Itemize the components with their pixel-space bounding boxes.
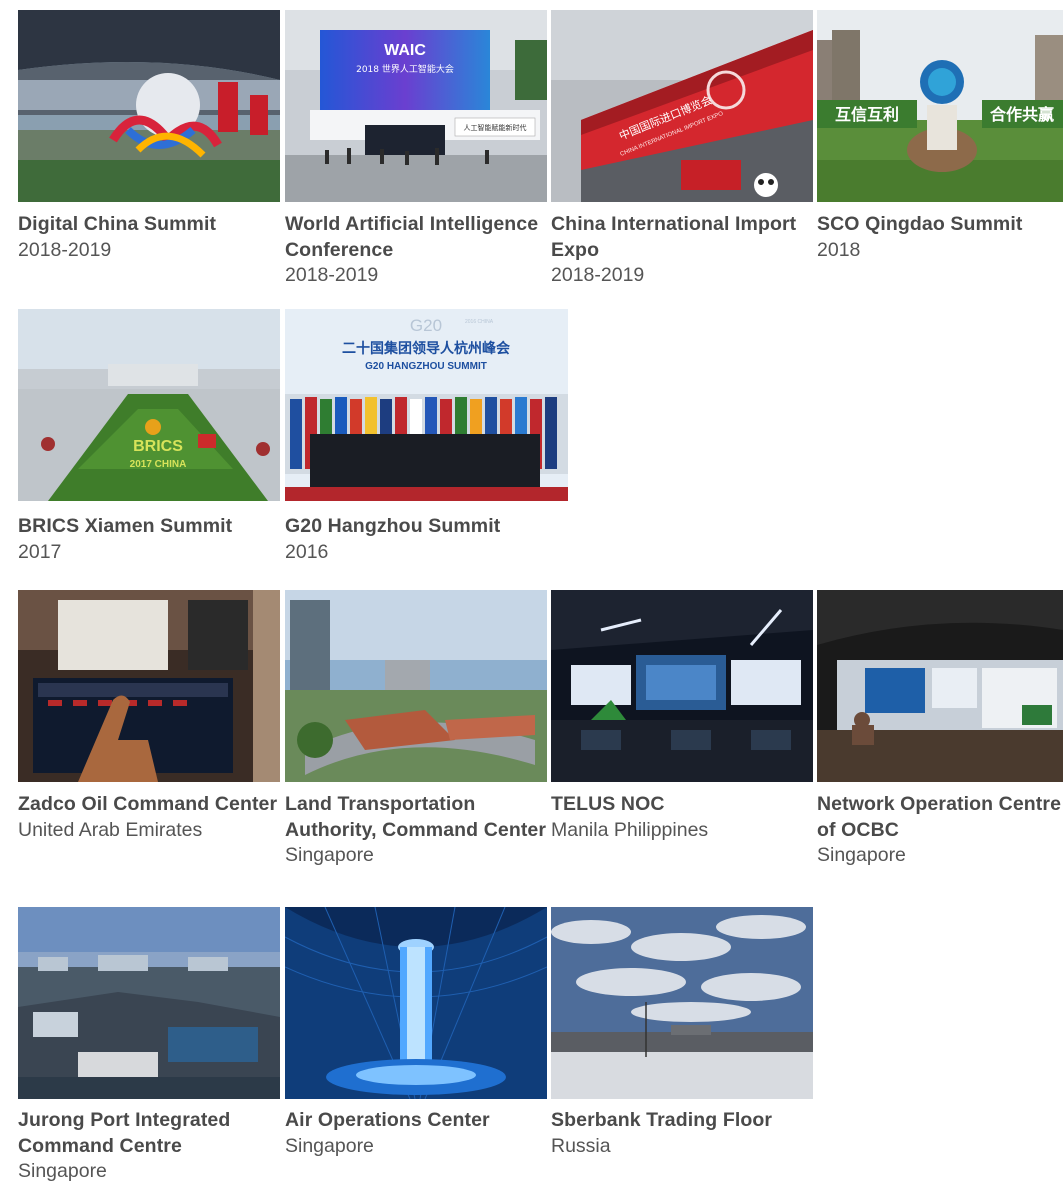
- brics-sign-name: BRICS: [133, 438, 183, 455]
- card-title: Zadco Oil Command Center: [18, 793, 278, 815]
- card-subtitle: Manila Philippines: [551, 818, 709, 841]
- photo-ocbc: [817, 590, 1063, 782]
- caption-ocbc: Network Operation Centre of OCBC Singapo…: [817, 792, 1063, 869]
- card-subtitle: Singapore: [817, 844, 906, 866]
- card-subtitle: 2018-2019: [285, 264, 379, 286]
- card-subtitle: Singapore: [285, 1134, 374, 1157]
- caption-brics: BRICS Xiamen Summit 2017: [18, 514, 280, 565]
- card-subtitle: 2018-2019: [18, 238, 112, 261]
- card-subtitle: 2016: [285, 540, 329, 563]
- card-title: Land Transportation Authority, Command C…: [285, 793, 547, 841]
- card-title: Sberbank Trading Floor: [551, 1109, 773, 1131]
- card-title: China International Import Expo: [551, 213, 797, 261]
- caption-waic: World Artificial Intelligence Conference…: [285, 212, 547, 289]
- photo-air-operations: [285, 907, 547, 1099]
- photo-waic: WAIC 2018 世界人工智能大会 人工智能赋能新时代: [285, 10, 547, 202]
- photo-brics: BRICS 2017 CHINA: [18, 309, 280, 501]
- photo-zadco: [18, 590, 280, 782]
- caption-sberbank: Sberbank Trading Floor Russia: [551, 1108, 813, 1159]
- g20-sign-year: 2016 CHINA: [465, 319, 494, 325]
- card-subtitle: Russia: [551, 1134, 611, 1157]
- caption-lta: Land Transportation Authority, Command C…: [285, 792, 547, 869]
- photo-sco: 互信互利 合作共赢: [817, 10, 1063, 202]
- card-subtitle: Singapore: [18, 1160, 107, 1182]
- caption-telus: TELUS NOC Manila Philippines: [551, 792, 813, 843]
- photo-sberbank: [551, 907, 813, 1099]
- card-title: TELUS NOC: [551, 793, 665, 815]
- g20-sign-name-en: G20 HANGZHOU SUMMIT: [365, 361, 487, 372]
- card-subtitle: 2018: [817, 238, 861, 261]
- caption-zadco: Zadco Oil Command Center United Arab Emi…: [18, 792, 280, 843]
- waic-sign-tagline: 人工智能赋能新时代: [464, 123, 527, 132]
- caption-sco: SCO Qingdao Summit 2018: [817, 212, 1063, 263]
- caption-ciie: China International Import Expo 2018-201…: [551, 212, 813, 289]
- card-title: Digital China Summit: [18, 213, 217, 235]
- caption-g20: G20 Hangzhou Summit 2016: [285, 514, 547, 565]
- card-title: Network Operation Centre of OCBC: [817, 793, 1062, 841]
- g20-sign-logo: G20: [410, 316, 442, 335]
- caption-air-operations: Air Operations Center Singapore: [285, 1108, 547, 1159]
- sco-sign-right: 合作共赢: [990, 105, 1054, 124]
- card-title: SCO Qingdao Summit: [817, 213, 1023, 235]
- card-title: G20 Hangzhou Summit: [285, 515, 501, 537]
- card-subtitle: 2017: [18, 540, 62, 563]
- brics-sign-tagline: 2017 CHINA: [130, 459, 187, 470]
- caption-jurong: Jurong Port Integrated Command Centre Si…: [18, 1108, 280, 1185]
- card-subtitle: United Arab Emirates: [18, 818, 203, 841]
- g20-sign-name-cn: 二十国集团领导人杭州峰会: [342, 340, 511, 357]
- waic-sign-brand: WAIC: [384, 42, 426, 59]
- card-subtitle: 2018-2019: [551, 264, 645, 286]
- card-title: Jurong Port Integrated Command Centre: [18, 1109, 231, 1157]
- photo-ciie: 中国国际进口博览会 CHINA INTERNATIONAL IMPORT EXP…: [551, 10, 813, 202]
- photo-g20: G20 2016 CHINA 二十国集团领导人杭州峰会 G20 HANGZHOU…: [285, 309, 568, 501]
- card-title: BRICS Xiamen Summit: [18, 515, 233, 537]
- card-subtitle: Singapore: [285, 844, 374, 866]
- card-title: World Artificial Intelligence Conference: [285, 213, 539, 261]
- photo-telus: [551, 590, 813, 782]
- sco-sign-left: 互信互利: [835, 105, 899, 124]
- photo-jurong: [18, 907, 280, 1099]
- photo-digital-china-summit: [18, 10, 280, 202]
- waic-sign-name: 2018 世界人工智能大会: [356, 63, 454, 75]
- caption-digital-china-summit: Digital China Summit 2018-2019: [18, 212, 280, 263]
- photo-lta: [285, 590, 547, 782]
- card-title: Air Operations Center: [285, 1109, 490, 1131]
